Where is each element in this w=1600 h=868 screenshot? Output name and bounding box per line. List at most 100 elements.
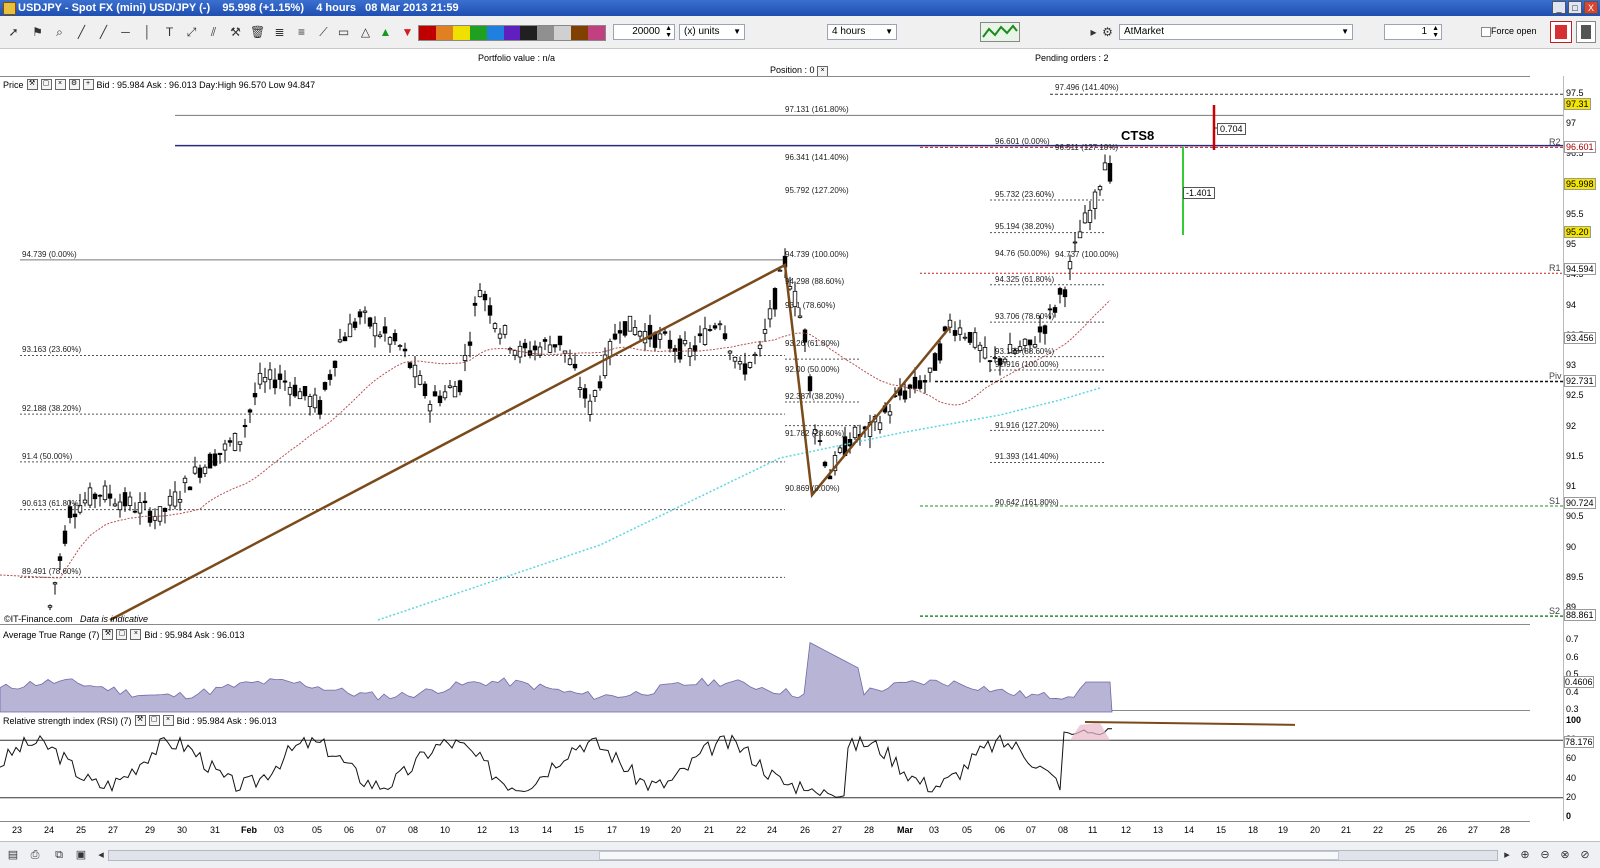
candle-body bbox=[652, 332, 658, 348]
wrench-icon[interactable]: ⚒ bbox=[134, 715, 146, 726]
order-type-select[interactable]: AtMarket ▼ bbox=[1119, 24, 1353, 40]
candle-body bbox=[397, 345, 403, 347]
candle-body bbox=[102, 485, 108, 501]
window-icon[interactable]: ▢ bbox=[40, 79, 52, 90]
target-box[interactable]: 0.704 bbox=[1217, 123, 1246, 135]
lots-spinner-icon[interactable]: ▲ ▼ bbox=[1432, 25, 1439, 39]
quantity-input[interactable]: 20000 ▲ ▼ bbox=[613, 24, 675, 40]
triangle-icon[interactable]: △ bbox=[358, 25, 373, 40]
candle-body bbox=[627, 315, 633, 332]
horizontal-scrollbar[interactable] bbox=[108, 850, 1498, 861]
quantity-spinner-icon[interactable]: ▲ ▼ bbox=[665, 25, 672, 39]
text-icon[interactable]: T bbox=[162, 25, 177, 40]
zoom-reset-icon[interactable]: ⊘ bbox=[1578, 848, 1592, 862]
close-icon[interactable]: × bbox=[54, 79, 66, 90]
fan-icon[interactable]: ⤢ bbox=[184, 25, 199, 40]
axis-label: 95.998 bbox=[1564, 177, 1596, 190]
save-icon[interactable]: ▣ bbox=[74, 848, 88, 862]
channel-icon[interactable]: ⫽ bbox=[206, 25, 221, 40]
buy-arrow-icon[interactable]: ▲ bbox=[378, 25, 393, 40]
candle-body bbox=[92, 493, 98, 500]
force-open-checkbox[interactable] bbox=[1481, 27, 1491, 37]
zoom-out-icon[interactable]: ⊖ bbox=[1538, 848, 1552, 862]
add-icon[interactable]: + bbox=[82, 79, 94, 90]
candle-body bbox=[152, 516, 158, 521]
minimize-button[interactable]: _ bbox=[1552, 1, 1566, 14]
candle-body bbox=[342, 336, 348, 342]
ray-icon[interactable]: ╱ bbox=[96, 25, 111, 40]
scroll-left-icon[interactable]: ◂ bbox=[94, 848, 108, 862]
lots-input[interactable]: 1 ▲ ▼ bbox=[1384, 24, 1442, 40]
pane-separator-dates bbox=[0, 821, 1530, 822]
color-palette[interactable] bbox=[418, 25, 606, 41]
candle-body bbox=[672, 348, 678, 352]
vline-icon[interactable]: │ bbox=[140, 25, 155, 40]
candle-body bbox=[232, 432, 238, 451]
watermark: ©IT-Finance.com bbox=[4, 614, 73, 624]
candle-body bbox=[1037, 326, 1043, 333]
order-arrow-icon[interactable]: ▸ bbox=[1086, 25, 1101, 40]
fib-label: 96.341 (141.40%) bbox=[785, 153, 849, 163]
copy-icon[interactable]: ⧉ bbox=[52, 848, 66, 862]
delete-icon[interactable]: 🗑 bbox=[250, 25, 265, 40]
date-label: 27 bbox=[832, 825, 843, 835]
fib-label: 94.739 (0.00%) bbox=[22, 249, 77, 259]
alarm-icon[interactable]: ⚑ bbox=[30, 25, 45, 40]
candle-body bbox=[992, 356, 998, 359]
fibo-ext-icon[interactable]: ≡ bbox=[294, 25, 309, 40]
stop-box[interactable]: -1.401 bbox=[1183, 187, 1215, 199]
axis-label: 92 bbox=[1566, 420, 1577, 431]
window-icon[interactable]: ▢ bbox=[116, 629, 128, 640]
printer-icon[interactable]: ⎙ bbox=[28, 848, 42, 862]
chart-type-button[interactable] bbox=[980, 22, 1020, 42]
axis-label: 100 bbox=[1566, 715, 1582, 725]
tools-icon[interactable]: ⚒ bbox=[228, 25, 243, 40]
candle-body bbox=[312, 394, 318, 409]
fib-label: 94.76 (50.00%) bbox=[995, 248, 1050, 258]
date-label: 12 bbox=[477, 825, 488, 835]
candle-body bbox=[897, 387, 903, 396]
scroll-right-icon[interactable]: ▸ bbox=[1500, 848, 1514, 862]
candle-body bbox=[972, 332, 978, 348]
ruler-icon[interactable]: ⟋ bbox=[316, 25, 331, 40]
candle-body bbox=[662, 331, 668, 334]
buy-button[interactable] bbox=[1576, 21, 1596, 43]
window-icon[interactable]: ▢ bbox=[148, 715, 160, 726]
candle-body bbox=[637, 330, 643, 337]
close-icon[interactable]: × bbox=[130, 629, 142, 640]
close-icon[interactable]: × bbox=[162, 715, 174, 726]
wrench-icon[interactable]: ⚒ bbox=[102, 629, 114, 640]
zoom-fit-icon[interactable]: ⊗ bbox=[1558, 848, 1572, 862]
fib-label: 97.496 (141.40%) bbox=[1055, 83, 1119, 93]
zoom-icon[interactable]: ⌕ bbox=[52, 25, 67, 40]
rsi-panel-title: Relative strength index (RSI) (7) bbox=[3, 715, 132, 726]
date-label: 06 bbox=[995, 825, 1006, 835]
wrench-icon[interactable]: ⚒ bbox=[26, 79, 38, 90]
close-button[interactable]: X bbox=[1584, 1, 1598, 14]
settings-icon[interactable]: ⚙ bbox=[68, 79, 80, 90]
hline-icon[interactable]: ─ bbox=[118, 25, 133, 40]
trendline-icon[interactable]: ╱ bbox=[74, 25, 89, 40]
cursor-icon[interactable]: ➚ bbox=[6, 25, 21, 40]
candle-body bbox=[367, 317, 373, 327]
maximize-button[interactable]: □ bbox=[1568, 1, 1582, 14]
timeframe-select[interactable]: 4 hours ▼ bbox=[827, 24, 897, 40]
atr-panel-title: Average True Range (7) bbox=[3, 629, 100, 640]
candle-body bbox=[612, 333, 618, 340]
print-icon[interactable]: ▤ bbox=[6, 848, 20, 862]
scrollbar-thumb[interactable] bbox=[599, 851, 1339, 860]
candle-body bbox=[62, 530, 68, 544]
units-select[interactable]: (x) units ▼ bbox=[679, 24, 745, 40]
sell-arrow-icon[interactable]: ▼ bbox=[400, 25, 415, 40]
order-tool-icon[interactable]: ⚙ bbox=[1100, 25, 1115, 40]
sell-button[interactable] bbox=[1550, 21, 1572, 43]
candle-body bbox=[887, 411, 893, 416]
axis-label: 95 bbox=[1566, 239, 1577, 250]
candle-body bbox=[957, 327, 963, 335]
rectangle-icon[interactable]: ▭ bbox=[336, 25, 351, 40]
candle-body bbox=[677, 338, 683, 360]
zoom-in-icon[interactable]: ⊕ bbox=[1518, 848, 1532, 862]
candle-body bbox=[557, 335, 563, 346]
axis-label: 60 bbox=[1566, 753, 1577, 764]
fibo-icon[interactable]: ≣ bbox=[272, 25, 287, 40]
